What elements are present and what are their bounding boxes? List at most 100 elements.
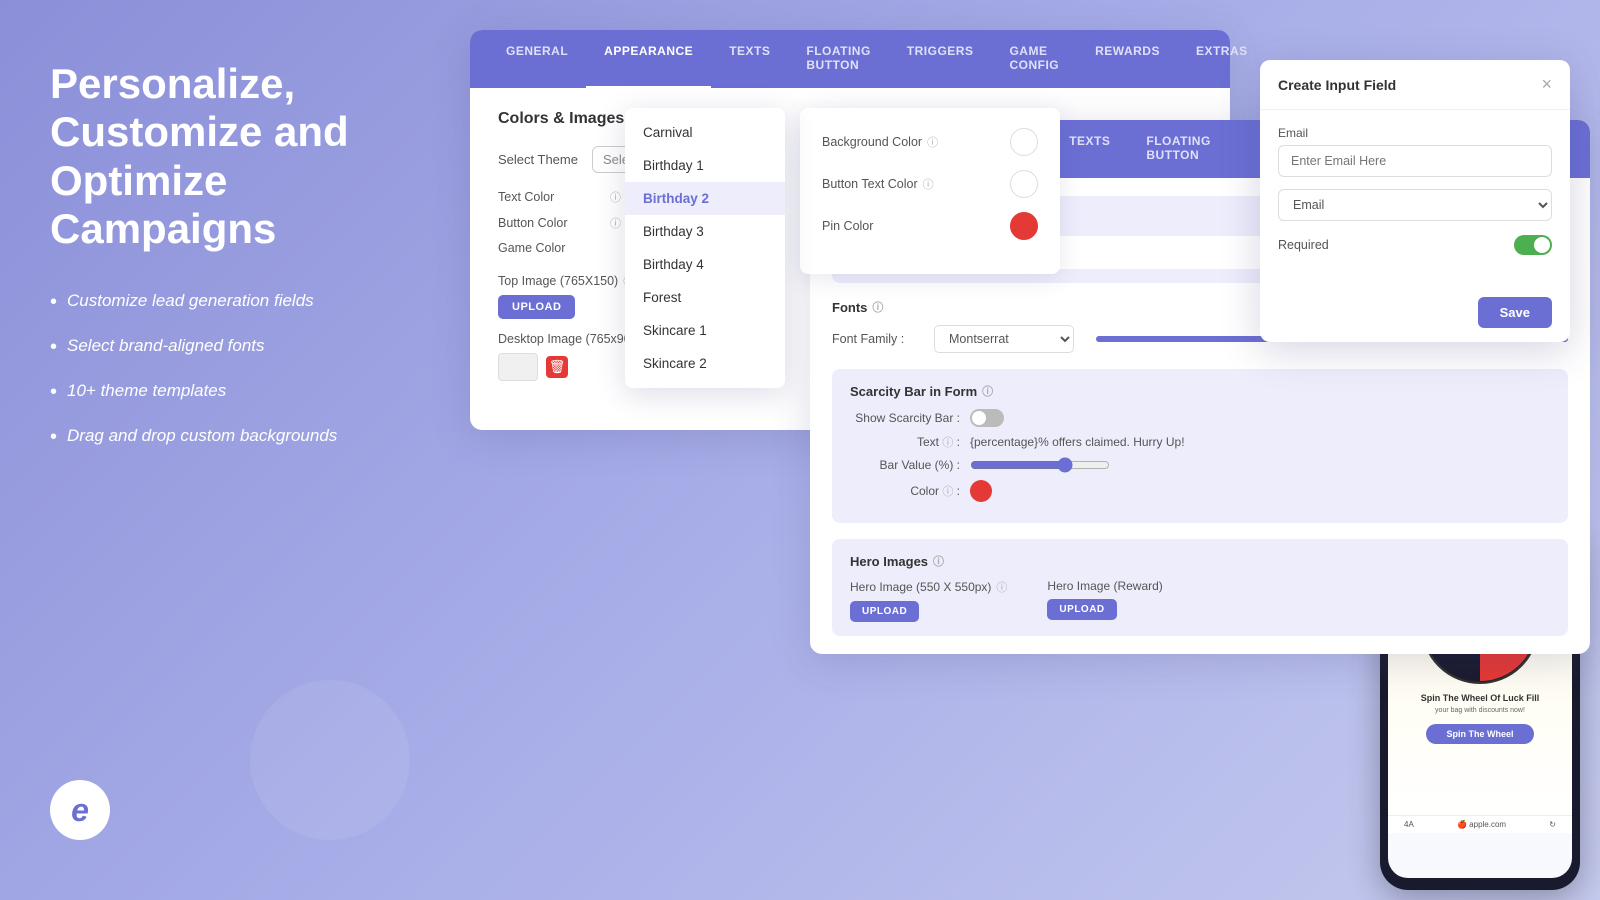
show-scarcity-toggle[interactable] [970,409,1004,427]
scarcity-info-icon: ⓘ [982,383,993,399]
bar-value-row: Bar Value (%) : [850,457,1550,473]
text-color-label: Text Color [498,190,598,204]
theme-dropdown-item-birthday3[interactable]: Birthday 3 [625,215,785,248]
scarcity-color-label: Color ⓘ : [850,483,960,499]
scarcity-text-label: Text ⓘ : [850,434,960,450]
modal-select-row: Email [1278,189,1552,221]
bar-value-slider[interactable] [970,457,1110,473]
background-color-info-icon: ⓘ [927,134,938,150]
delete-desktop-image-button[interactable]: 🗑 [546,356,568,378]
theme-dropdown-item-birthday4[interactable]: Birthday 4 [625,248,785,281]
background-color-swatch[interactable] [1010,128,1038,156]
phone-bottom-bar: 4A 🍎 apple.com ↻ [1388,815,1572,833]
modal-email-label: Email [1278,126,1552,140]
tab-triggers[interactable]: TRIGGERS [889,30,992,88]
logo-circle: e [50,780,110,840]
required-toggle-knob [1534,237,1550,253]
bullet-item-3: 10+ theme templates [50,379,380,406]
scarcity-color-row: Color ⓘ : [850,480,1550,502]
theme-dropdown-item-skincare1[interactable]: Skincare 1 [625,314,785,347]
button-text-color-swatch[interactable] [1010,170,1038,198]
hero-images-title: Hero Images ⓘ [850,553,1550,569]
right-panel: GENERAL APPEARANCE TEXTS FLOATING BUTTON… [430,0,1600,900]
create-input-modal: Create Input Field × Email Email Require… [1260,60,1570,342]
tab-extras[interactable]: EXTRAS [1178,30,1266,88]
phone-refresh-icon[interactable]: ↻ [1549,820,1556,829]
bullet-list: Customize lead generation fields Select … [50,289,380,451]
scarcity-color-info-icon: ⓘ [942,486,953,498]
required-label: Required [1278,238,1329,252]
fonts-info-icon: ⓘ [872,299,883,315]
modal-header: Create Input Field × [1260,60,1570,110]
required-row: Required [1278,235,1552,255]
scarcity-color-swatch[interactable] [970,480,992,502]
font-family-label: Font Family : [832,332,922,346]
pin-color-swatch[interactable] [1010,212,1038,240]
show-scarcity-row: Show Scarcity Bar : [850,409,1550,427]
hero-col-reward: Hero Image (Reward) UPLOAD [1047,579,1162,622]
hero-col-main: Hero Image (550 X 550px) ⓘ UPLOAD [850,579,1007,622]
theme-dropdown-item-carnival[interactable]: Carnival [625,116,785,149]
phone-bottom-left: 4A [1404,820,1414,829]
tab-general[interactable]: GENERAL [488,30,586,88]
tab-floating-button[interactable]: FLOATING BUTTON [788,30,888,88]
phone-title: Spin The Wheel Of Luck Fill [1421,693,1540,703]
toggle-knob [972,411,986,425]
hero-images-info-icon: ⓘ [933,553,944,569]
scarcity-text-value: {percentage}% offers claimed. Hurry Up! [970,435,1185,449]
scarcity-title: Scarcity Bar in Form ⓘ [850,383,1550,399]
bullet-item-2: Select brand-aligned fonts [50,334,380,361]
text-color-info-icon: ⓘ [610,189,621,205]
theme-dropdown-item-skincare2[interactable]: Skincare 2 [625,347,785,380]
theme-dropdown-item-birthday2[interactable]: Birthday 2 [625,182,785,215]
button-color-label: Button Color [498,216,598,230]
button-text-color-label: Button Text Color ⓘ [822,176,934,192]
required-toggle[interactable] [1514,235,1552,255]
bar-value-label: Bar Value (%) : [850,458,960,472]
scarcity-text-info-icon: ⓘ [942,437,953,449]
modal-body: Email Email Required [1260,110,1570,287]
upload-hero-reward-button[interactable]: UPLOAD [1047,599,1116,620]
left-panel: Personalize, Customize and Optimize Camp… [0,0,430,900]
spin-wheel-button[interactable]: Spin The Wheel [1426,724,1533,744]
tab-game-config[interactable]: GAME CONFIG [991,30,1077,88]
theme-dropdown-item-forest[interactable]: Forest [625,281,785,314]
bullet-item-4: Drag and drop custom backgrounds [50,424,380,451]
button-text-color-info-icon: ⓘ [923,176,934,192]
font-family-select[interactable]: Montserrat [934,325,1074,353]
decorative-circle [250,680,410,840]
tab-rewards[interactable]: REWARDS [1077,30,1178,88]
modal-type-select[interactable]: Email [1278,189,1552,221]
tab-texts[interactable]: TEXTS [711,30,788,88]
background-color-row: Background Color ⓘ [822,128,1038,156]
modal-title: Create Input Field [1278,77,1396,93]
hero-main-info-icon: ⓘ [996,579,1007,595]
upload-top-image-button[interactable]: UPLOAD [498,295,575,319]
background-color-label: Background Color ⓘ [822,134,938,150]
button-color-info-icon: ⓘ [610,215,621,231]
pin-color-row: Pin Color [822,212,1038,240]
theme-dropdown: Carnival Birthday 1 Birthday 2 Birthday … [625,108,785,388]
bullet-item-1: Customize lead generation fields [50,289,380,316]
select-theme-label: Select Theme [498,152,578,167]
colors-right-section: Background Color ⓘ Button Text Color ⓘ P… [800,108,1060,274]
show-scarcity-label: Show Scarcity Bar : [850,411,960,425]
hero-images-section: Hero Images ⓘ Hero Image (550 X 550px) ⓘ… [832,539,1568,636]
modal-save-button[interactable]: Save [1478,297,1552,328]
hero-main-label: Hero Image (550 X 550px) ⓘ [850,579,1007,595]
tab-appearance[interactable]: APPEARANCE [586,30,711,88]
phone-subtitle: your bag with discounts now! [1435,707,1525,714]
apple-logo: 🍎 apple.com [1457,820,1506,829]
desktop-image-thumbnail [498,353,538,381]
modal-close-button[interactable]: × [1541,74,1552,95]
second-tab-texts[interactable]: TEXTS [1051,120,1128,178]
main-nav-tabs: GENERAL APPEARANCE TEXTS FLOATING BUTTON… [470,30,1230,88]
theme-dropdown-item-birthday1[interactable]: Birthday 1 [625,149,785,182]
pin-color-label: Pin Color [822,219,873,233]
hero-row: Hero Image (550 X 550px) ⓘ UPLOAD Hero I… [850,579,1550,622]
upload-hero-button[interactable]: UPLOAD [850,601,919,622]
logo-letter: e [71,792,89,829]
second-tab-floating-button[interactable]: FLOATING BUTTON [1128,120,1260,178]
modal-email-input[interactable] [1278,145,1552,177]
game-color-label: Game Color [498,241,598,255]
